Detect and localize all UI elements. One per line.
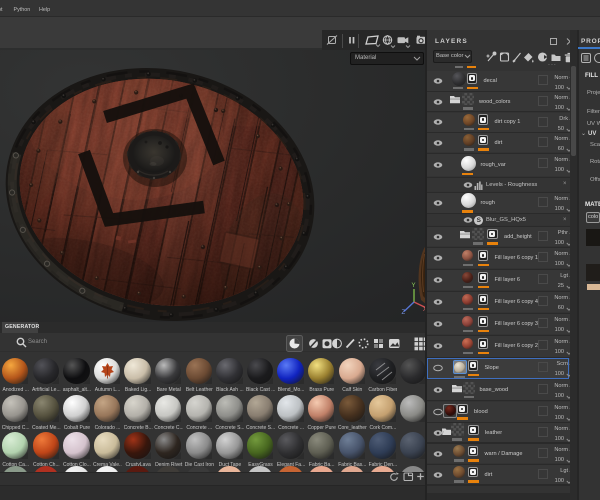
svg-text:Y: Y — [412, 283, 416, 289]
svg-text:Z: Z — [402, 310, 406, 316]
